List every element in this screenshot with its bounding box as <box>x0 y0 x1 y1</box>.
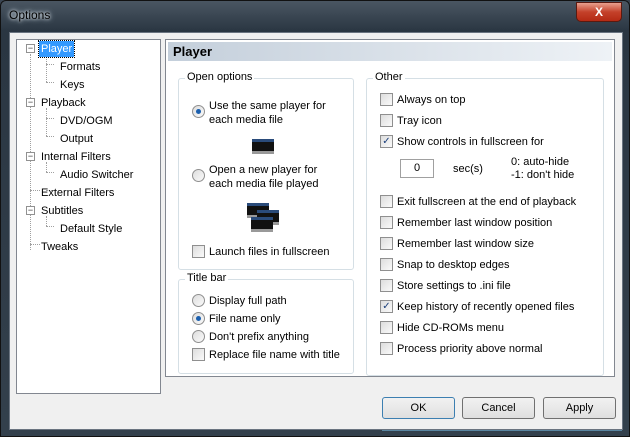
checkbox-icon[interactable] <box>380 258 393 271</box>
tree-item-internal-filters[interactable]: Internal Filters <box>41 149 111 165</box>
checkbox-label: Replace file name with title <box>209 349 340 361</box>
hint-auto-hide: 0: auto-hide <box>511 156 570 168</box>
new-player-radio[interactable]: Open a new player for each media file pla… <box>192 163 318 191</box>
radio-label: Display full path <box>209 295 287 307</box>
replace-file-name-checkbox[interactable]: Replace file name with title <box>192 348 340 362</box>
other-option-checkbox[interactable]: Snap to desktop edges <box>380 258 510 272</box>
window-frame: Options X DOWNLOADS ↓ .GURU − − − − Play… <box>0 0 630 437</box>
other-option-checkbox[interactable]: Hide CD-ROMs menu <box>380 321 504 335</box>
ok-button[interactable]: OK <box>382 397 455 419</box>
other-option-checkbox[interactable]: ✓ Keep history of recently opened files <box>380 300 574 314</box>
group-label: Open options <box>185 71 255 83</box>
checkbox-label: Remember last window position <box>397 217 553 229</box>
tree-item-dvd-ogm[interactable]: DVD/OGM <box>60 113 113 129</box>
checkbox-label: Remember last window size <box>397 238 534 250</box>
same-player-radio[interactable]: Use the same player for each media file <box>192 99 326 127</box>
file-name-only-radio[interactable]: File name only <box>192 312 281 326</box>
checkbox-label: Always on top <box>397 94 466 106</box>
checkbox-label: Show controls in fullscreen for <box>397 136 544 148</box>
hint-dont-hide: -1: don't hide <box>511 169 575 181</box>
checkbox-label: Launch files in fullscreen <box>209 246 330 258</box>
group-label: Title bar <box>185 272 229 284</box>
checkbox-label: Tray icon <box>397 115 442 127</box>
tree-item-audio-switcher[interactable]: Audio Switcher <box>60 167 133 183</box>
checkbox-icon[interactable] <box>380 93 393 106</box>
tree-item-default-style[interactable]: Default Style <box>60 221 122 237</box>
checkbox-icon[interactable] <box>380 216 393 229</box>
tree-item-player[interactable]: Player <box>37 40 76 58</box>
apply-button[interactable]: Apply <box>543 397 616 419</box>
close-button[interactable]: X <box>576 2 622 22</box>
dont-prefix-radio[interactable]: Don't prefix anything <box>192 330 309 344</box>
checkbox-label: Hide CD-ROMs menu <box>397 322 504 334</box>
collapse-icon[interactable]: − <box>26 152 35 161</box>
checkbox-checked-icon[interactable]: ✓ <box>380 135 393 148</box>
title-bar-group: Title bar Display full path File name on… <box>178 272 354 374</box>
radio-label: each media file <box>209 114 283 126</box>
cancel-button[interactable]: Cancel <box>462 397 535 419</box>
other-option-checkbox[interactable]: Remember last window position <box>380 216 552 230</box>
other-option-checkbox[interactable]: Process priority above normal <box>380 342 543 356</box>
checkbox-label: Process priority above normal <box>397 343 543 355</box>
checkbox-icon[interactable] <box>380 237 393 250</box>
checkbox-icon[interactable] <box>380 114 393 127</box>
fullscreen-seconds-spinner[interactable]: 0 <box>400 159 434 178</box>
radio-label: Open a new player for <box>209 164 318 176</box>
options-tree: − − − − Player Formats Keys Playback DVD… <box>16 39 161 394</box>
page-title: Player <box>168 42 612 61</box>
checkbox-icon[interactable] <box>380 321 393 334</box>
window-title: Options <box>9 8 51 22</box>
seconds-unit: sec(s) <box>453 163 483 175</box>
other-group: Other Always on top Tray icon ✓ Show contro… <box>366 71 604 376</box>
dialog-client: − − − − Player Formats Keys Playback DVD… <box>9 32 623 430</box>
other-option-checkbox[interactable]: Store settings to .ini file <box>380 279 511 293</box>
other-option-checkbox[interactable]: Always on top <box>380 93 465 107</box>
display-full-path-radio[interactable]: Display full path <box>192 294 287 308</box>
tree-item-keys[interactable]: Keys <box>60 77 84 93</box>
launch-fullscreen-checkbox[interactable]: Launch files in fullscreen <box>192 245 329 259</box>
tree-item-subtitles[interactable]: Subtitles <box>41 203 83 219</box>
tree-item-external-filters[interactable]: External Filters <box>41 185 114 201</box>
tree-item-tweaks[interactable]: Tweaks <box>41 239 78 255</box>
checkbox-label: Snap to desktop edges <box>397 259 510 271</box>
collapse-icon[interactable]: − <box>26 206 35 215</box>
checkbox-icon[interactable] <box>380 195 393 208</box>
radio-label: Use the same player for <box>209 100 326 112</box>
collapse-icon[interactable]: − <box>26 98 35 107</box>
checkbox-icon[interactable] <box>380 342 393 355</box>
single-window-icon <box>252 139 274 154</box>
other-option-checkbox[interactable]: ✓ Show controls in fullscreen for <box>380 135 544 149</box>
other-option-checkbox[interactable]: Exit fullscreen at the end of playback <box>380 195 576 209</box>
radio-label: File name only <box>209 313 281 325</box>
open-options-group: Open options Use the same player for each… <box>178 71 354 270</box>
collapse-icon[interactable]: − <box>26 44 35 53</box>
tree-item-output[interactable]: Output <box>60 131 93 147</box>
tree-item-formats[interactable]: Formats <box>60 59 100 75</box>
radio-label: Don't prefix anything <box>209 331 309 343</box>
tree-item-playback[interactable]: Playback <box>41 95 86 111</box>
group-label: Other <box>373 71 405 83</box>
checkbox-checked-icon[interactable]: ✓ <box>380 300 393 313</box>
checkbox-label: Keep history of recently opened files <box>397 301 575 313</box>
checkbox-label: Exit fullscreen at the end of playback <box>397 196 577 208</box>
other-option-checkbox[interactable]: Tray icon <box>380 114 442 128</box>
radio-label: each media file played <box>209 178 319 190</box>
checkbox-label: Store settings to .ini file <box>397 280 511 292</box>
checkbox-icon[interactable] <box>380 279 393 292</box>
other-option-checkbox[interactable]: Remember last window size <box>380 237 534 251</box>
spinner-value: 0 <box>413 162 421 174</box>
player-settings-panel: Player Open options Use the same player … <box>165 39 615 377</box>
